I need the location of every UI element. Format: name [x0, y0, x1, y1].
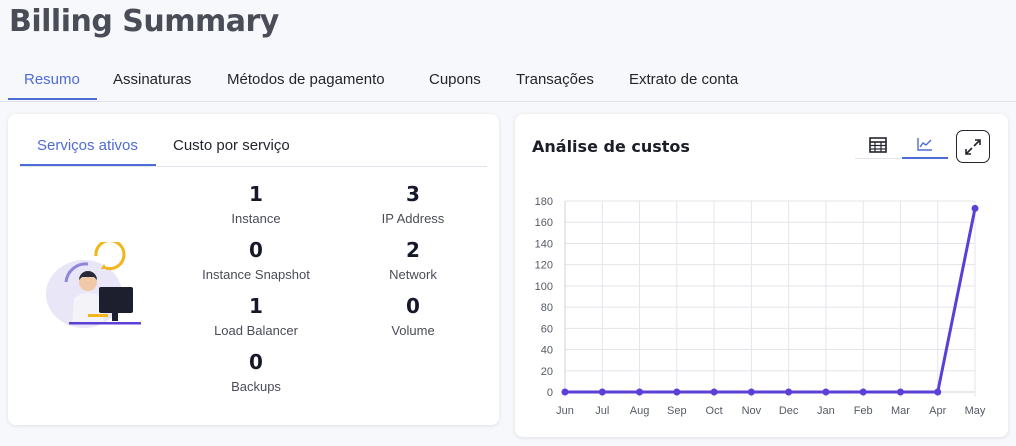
stat-backups: 0 Backups [186, 350, 326, 394]
active-subtab-indicator [20, 164, 156, 166]
y-tick-label: 40 [541, 345, 553, 357]
stat-value: 0 [406, 294, 420, 318]
cost-analysis-card: Análise de custos 0 20 40 60 80 100 120 140 160 1… [515, 114, 1008, 437]
tab-transacoes[interactable]: Transações [516, 71, 594, 101]
x-tick-label: Feb [854, 405, 873, 417]
tab-assinaturas[interactable]: Assinaturas [113, 71, 191, 101]
y-tick-label: 180 [535, 196, 553, 208]
x-tick-label: May [965, 405, 986, 417]
tab-cupons[interactable]: Cupons [429, 71, 481, 101]
data-point [598, 388, 606, 396]
services-subtabs: Serviços ativos Custo por serviço [20, 128, 487, 167]
tab-metodos-de-pagamento[interactable]: Métodos de pagamento [227, 71, 385, 101]
stat-value: 0 [249, 238, 263, 262]
tab-resumo[interactable]: Resumo [24, 71, 80, 101]
subtab-servicos-ativos[interactable]: Serviços ativos [37, 137, 138, 154]
stat-value: 1 [249, 294, 263, 318]
x-tick-label: Jun [556, 405, 574, 417]
data-point [971, 204, 979, 212]
cost-series-line [565, 208, 977, 394]
x-tick-label: Dec [779, 405, 799, 417]
data-point [636, 388, 644, 396]
stat-value: 3 [406, 182, 420, 206]
x-tick-label: Jul [595, 405, 609, 417]
page-title: Billing Summary [9, 4, 279, 39]
stat-network: 2 Network [343, 238, 483, 282]
support-agent-illustration [46, 242, 141, 328]
y-tick-label: 100 [535, 281, 553, 293]
stat-label: Instance Snapshot [202, 267, 310, 282]
stat-value: 1 [249, 182, 263, 206]
active-tab-indicator [8, 98, 97, 100]
x-tick-label: Apr [929, 405, 946, 417]
stat-volume: 0 Volume [343, 294, 483, 338]
stat-label: IP Address [381, 211, 445, 226]
y-tick-label: 20 [541, 366, 553, 378]
main-tabs: Resumo Assinaturas Métodos de pagamento … [0, 60, 1016, 102]
y-tick-label: 0 [547, 387, 553, 399]
stat-instance: 1 Instance [186, 182, 326, 226]
y-tick-label: 60 [541, 323, 553, 335]
x-tick-label: Sep [667, 405, 687, 417]
stat-instance-snapshot: 0 Instance Snapshot [186, 238, 326, 282]
x-tick-label: Aug [630, 405, 650, 417]
stat-label: Load Balancer [214, 323, 298, 338]
y-tick-label: 120 [535, 260, 553, 272]
x-tick-label: Oct [706, 405, 723, 417]
stat-ip-address: 3 IP Address [343, 182, 483, 226]
x-tick-label: Jan [817, 405, 835, 417]
data-point [822, 388, 830, 396]
data-point [934, 388, 942, 396]
stat-load-balancer: 1 Load Balancer [186, 294, 326, 338]
y-tick-label: 160 [535, 217, 553, 229]
data-point [859, 388, 867, 396]
stat-label: Backups [231, 379, 281, 394]
y-tick-label: 80 [541, 302, 553, 314]
tab-extrato-de-conta[interactable]: Extrato de conta [629, 71, 738, 101]
data-point [673, 388, 681, 396]
x-tick-label: Mar [891, 405, 910, 417]
active-services-card: Serviços ativos Custo por serviço 1 Inst… [8, 114, 499, 425]
stat-label: Volume [391, 323, 435, 338]
subtab-custo-por-servico[interactable]: Custo por serviço [173, 137, 290, 154]
stat-value: 2 [406, 238, 420, 262]
stat-label: Instance [231, 211, 281, 226]
data-point [710, 388, 718, 396]
data-point [896, 388, 904, 396]
x-tick-label: Nov [742, 405, 762, 417]
cost-line-chart: 0 20 40 60 80 100 120 140 160 180 Jun Jul Aug Sep Oct N… [535, 196, 986, 417]
stat-label: Network [389, 267, 437, 282]
stat-value: 0 [249, 350, 263, 374]
data-point [561, 388, 569, 396]
y-tick-label: 140 [535, 238, 553, 250]
data-point [785, 388, 793, 396]
data-point [747, 388, 755, 396]
